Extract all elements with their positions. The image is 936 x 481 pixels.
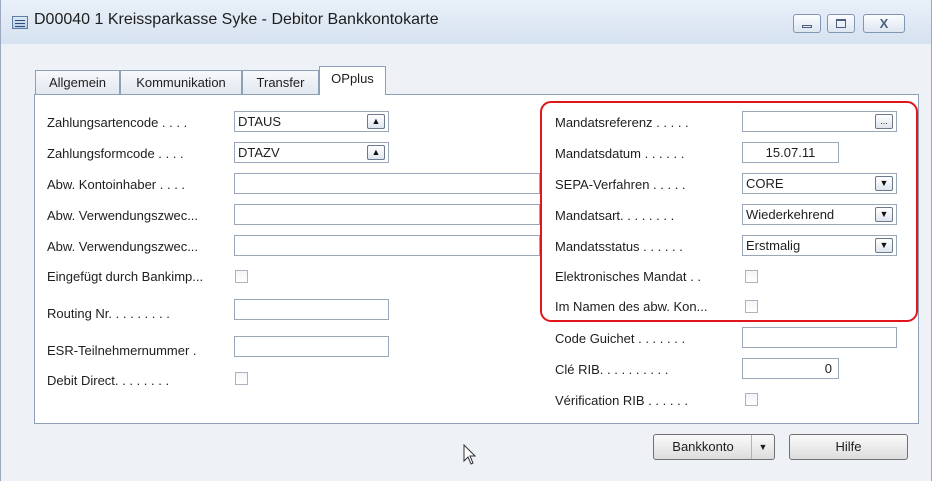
zahlungsartencode-label: Zahlungsartencode . . . .: [47, 115, 188, 130]
verification-rib-label: Vérification RIB . . . . . .: [555, 393, 688, 408]
routing-nr-label: Routing Nr. . . . . . . . .: [47, 306, 170, 321]
zahlungsartencode-value: DTAUS: [238, 114, 282, 129]
code-guichet-field[interactable]: [742, 327, 897, 348]
code-guichet-label: Code Guichet . . . . . . .: [555, 331, 686, 346]
mouse-cursor-icon: [463, 444, 477, 465]
abw-kontoinhaber-label: Abw. Kontoinhaber . . . .: [47, 177, 186, 192]
lookup-up-icon[interactable]: ▲: [367, 145, 385, 160]
tab-transfer[interactable]: Transfer: [242, 70, 319, 94]
title-bar: D00040 1 Kreissparkasse Syke - Debitor B…: [1, 0, 931, 44]
verification-rib-checkbox[interactable]: [745, 393, 758, 406]
tab-opplus[interactable]: OPplus: [319, 66, 386, 95]
cle-rib-label: Clé RIB. . . . . . . . . .: [555, 362, 669, 377]
abw-kontoinhaber-field[interactable]: [234, 173, 540, 194]
maximize-button[interactable]: [827, 14, 855, 33]
abw-verwendungszweck-2-label: Abw. Verwendungszwec...: [47, 239, 199, 254]
zahlungsformcode-field[interactable]: DTAZV ▲: [234, 142, 389, 163]
esr-teilnehmernummer-field[interactable]: [234, 336, 389, 357]
abw-verwendungszweck-2-field[interactable]: [234, 235, 540, 256]
close-button[interactable]: X: [863, 14, 905, 33]
cle-rib-field[interactable]: 0: [742, 358, 839, 379]
tab-kommunikation[interactable]: Kommunikation: [120, 70, 242, 94]
eingefuegt-durch-bankimport-checkbox[interactable]: [235, 270, 248, 283]
hilfe-button[interactable]: Hilfe: [789, 434, 908, 460]
window-title: D00040 1 Kreissparkasse Syke - Debitor B…: [34, 11, 439, 28]
bankkonto-button-label: Bankkonto: [672, 439, 734, 454]
debit-direct-label: Debit Direct. . . . . . . .: [47, 373, 170, 388]
zahlungsformcode-value: DTAZV: [238, 145, 280, 160]
zahlungsformcode-label: Zahlungsformcode . . . .: [47, 146, 184, 161]
maximize-icon: [836, 19, 846, 28]
close-icon: X: [879, 16, 889, 31]
routing-nr-field[interactable]: [234, 299, 389, 320]
eingefuegt-durch-bankimport-label: Eingefügt durch Bankimp...: [47, 269, 204, 284]
minimize-button[interactable]: [793, 14, 821, 33]
minimize-icon: [802, 25, 812, 28]
form-icon: [12, 16, 28, 29]
abw-verwendungszweck-1-field[interactable]: [234, 204, 540, 225]
bankkonto-menu-button[interactable]: Bankkonto ▼: [653, 434, 775, 460]
debit-direct-checkbox[interactable]: [235, 372, 248, 385]
esr-teilnehmernummer-label: ESR-Teilnehmernummer .: [47, 343, 197, 358]
tab-allgemein[interactable]: Allgemein: [35, 70, 120, 94]
abw-verwendungszweck-1-label: Abw. Verwendungszwec...: [47, 208, 199, 223]
zahlungsartencode-field[interactable]: DTAUS ▲: [234, 111, 389, 132]
mandate-highlight-frame: [540, 101, 918, 322]
dropdown-arrow-icon[interactable]: ▼: [751, 435, 774, 459]
card-window: D00040 1 Kreissparkasse Syke - Debitor B…: [0, 0, 932, 481]
lookup-up-icon[interactable]: ▲: [367, 114, 385, 129]
